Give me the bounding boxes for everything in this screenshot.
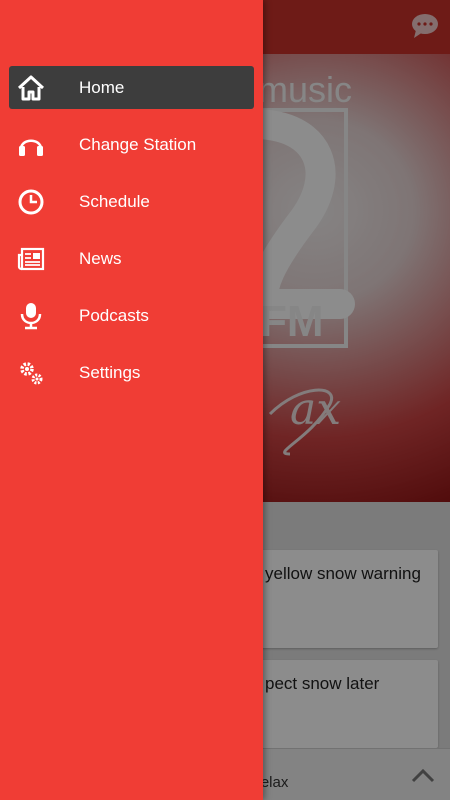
drawer-item-news[interactable]: News [0,230,263,287]
drawer-item-label: Settings [79,362,141,382]
drawer-item-podcasts[interactable]: Podcasts [0,287,263,344]
drawer-item-label: Change Station [79,134,197,154]
drawer-item-label: Home [79,77,125,97]
navigation-drawer: Home Change Station Schedule News Podcas… [0,0,263,800]
microphone-icon [16,301,46,331]
drawer-item-label: News [79,248,122,268]
drawer-item-settings[interactable]: Settings [0,344,263,401]
drawer-item-home[interactable]: Home [0,59,263,116]
home-icon [16,73,46,103]
newspaper-icon [16,244,46,274]
drawer-item-label: Schedule [79,191,150,211]
drawer-item-change-station[interactable]: Change Station [0,116,263,173]
drawer-menu: Home Change Station Schedule News Podcas… [0,59,263,401]
gears-icon [16,358,46,388]
clock-icon [16,187,46,217]
drawer-item-schedule[interactable]: Schedule [0,173,263,230]
drawer-item-label: Podcasts [79,305,149,325]
headphones-icon [16,130,46,160]
